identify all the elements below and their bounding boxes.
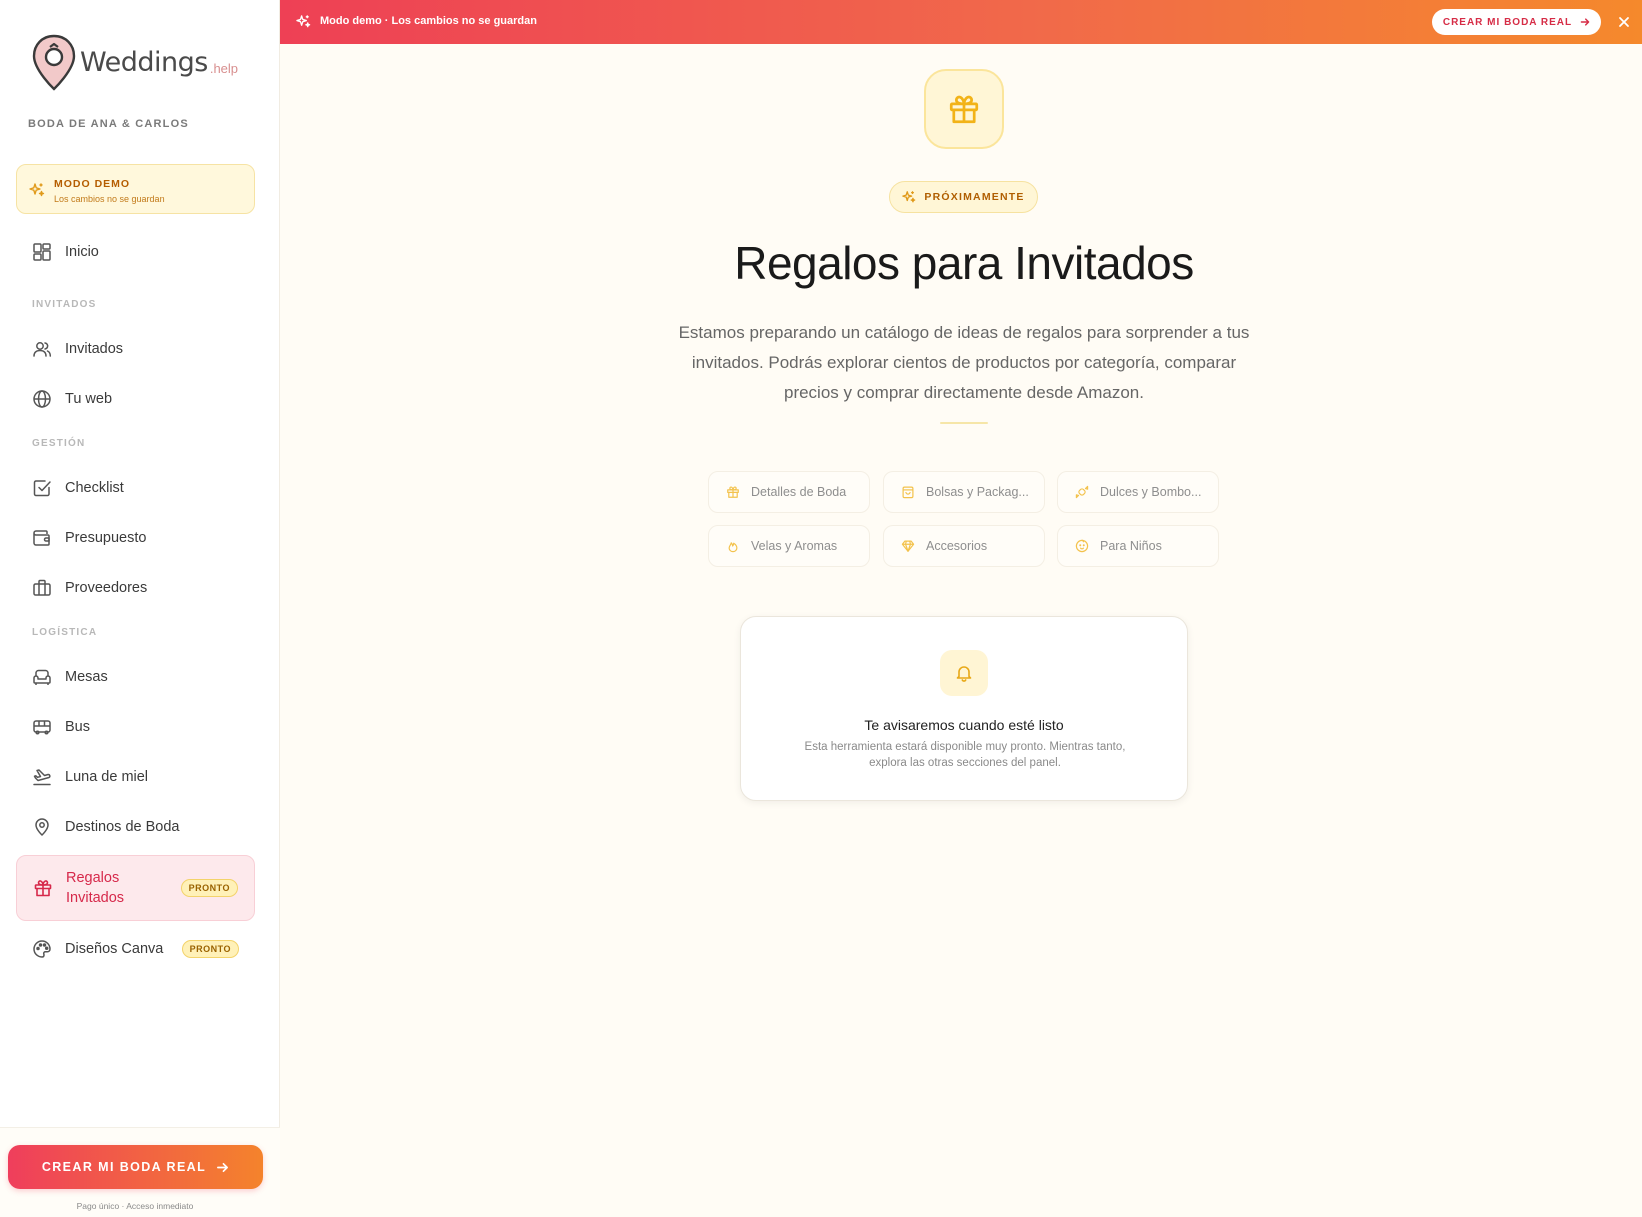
sidebar-item-mesas[interactable]: Mesas — [16, 655, 255, 699]
sparkles-icon — [29, 183, 45, 197]
logo-suffix: .help — [209, 61, 239, 76]
sidebar-item-checklist[interactable]: Checklist — [16, 466, 255, 510]
wallet-icon — [31, 527, 53, 549]
demo-mode-card: MODO DEMO Los cambios no se guardan — [16, 164, 255, 214]
category-chip: Para Niños — [1057, 525, 1219, 567]
sidebar-footer: CREAR MI BODA REAL Pago único · Acceso i… — [0, 1127, 280, 1217]
sidebar-item-luna-de-miel[interactable]: Luna de miel — [16, 755, 255, 799]
category-label: Detalles de Boda — [751, 485, 847, 499]
sidebar-item-regalos[interactable]: Regalos Invitados PRONTO — [16, 855, 255, 921]
section-label-logistica: LOGÍSTICA — [32, 627, 98, 638]
bell-icon — [956, 666, 972, 682]
gift-icon — [32, 877, 54, 899]
category-label: Velas y Aromas — [751, 539, 838, 553]
notify-description: Esta herramienta estará disponible muy p… — [804, 741, 1126, 769]
divider — [940, 422, 988, 424]
section-label-invitados: INVITADOS — [32, 299, 97, 310]
category-chip: Bolsas y Packag... — [883, 471, 1045, 513]
briefcase-icon — [31, 577, 53, 599]
sidebar-item-label: Bus — [65, 719, 90, 735]
plane-icon — [31, 766, 53, 788]
category-label: Dulces y Bombo... — [1100, 485, 1202, 499]
category-chip: Accesorios — [883, 525, 1045, 567]
flame-icon — [725, 538, 741, 554]
page-description: Estamos preparando un catálogo de ideas … — [678, 323, 1250, 402]
map-pin-icon — [31, 816, 53, 838]
banner-cta-label: CREAR MI BODA REAL — [1442, 16, 1573, 28]
sidebar-item-label: Diseños Canva — [65, 941, 164, 957]
sidebar-item-presupuesto[interactable]: Presupuesto — [16, 516, 255, 560]
users-icon — [31, 338, 53, 360]
sidebar-item-tu-web[interactable]: Tu web — [16, 377, 255, 421]
logo[interactable]: Weddings .help — [30, 34, 238, 92]
bag-icon — [900, 484, 916, 500]
sofa-icon — [31, 666, 53, 688]
sidebar-item-invitados[interactable]: Invitados — [16, 327, 255, 371]
candy-icon — [1074, 484, 1090, 500]
pronto-badge: PRONTO — [181, 940, 239, 958]
coming-soon-pill: PRÓXIMAMENTE — [889, 181, 1038, 213]
sidebar-item-inicio[interactable]: Inicio — [16, 230, 255, 274]
sidebar-item-label: Invitados — [65, 341, 124, 357]
cta-label: CREAR MI BODA REAL — [41, 1160, 207, 1174]
arrow-right-icon — [217, 1162, 229, 1172]
sidebar-item-label: Proveedores — [65, 580, 148, 596]
baby-icon — [1074, 538, 1090, 554]
category-label: Para Niños — [1100, 539, 1162, 553]
sidebar-item-label: Regalos Invitados — [66, 870, 125, 906]
gift-hero-badge — [924, 69, 1004, 149]
demo-banner-text: Modo demo · Los cambios no se guardan — [320, 15, 537, 27]
sidebar-item-label: Destinos de Boda — [65, 819, 180, 835]
category-chip: Velas y Aromas — [708, 525, 870, 567]
sidebar-item-bus[interactable]: Bus — [16, 705, 255, 749]
gift-icon — [949, 95, 979, 124]
category-chip: Dulces y Bombo... — [1057, 471, 1219, 513]
sidebar-item-label: Tu web — [65, 391, 113, 407]
bus-icon — [31, 716, 53, 738]
create-real-wedding-button[interactable]: CREAR MI BODA REAL — [8, 1145, 263, 1189]
checkbox-icon — [31, 477, 53, 499]
page-title: Regalos para Invitados — [734, 237, 1194, 289]
location-ring-icon — [32, 34, 76, 91]
sidebar: Weddings .help BODA DE ANA & CARLOS MODO… — [0, 0, 280, 1217]
arrow-right-icon — [1580, 18, 1590, 26]
gift-icon — [725, 484, 741, 500]
category-label: Accesorios — [926, 539, 988, 553]
gem-icon — [900, 538, 916, 554]
bell-badge — [940, 650, 988, 696]
sidebar-item-label: Presupuesto — [65, 530, 147, 546]
category-label: Bolsas y Packag... — [926, 485, 1029, 499]
demo-mode-title: MODO DEMO — [54, 178, 131, 190]
sparkles-icon — [902, 191, 916, 203]
sidebar-item-label: Luna de miel — [65, 769, 149, 785]
sidebar-item-label: Mesas — [65, 669, 108, 685]
demo-mode-subtitle: Los cambios no se guardan — [54, 194, 165, 204]
globe-icon — [31, 388, 53, 410]
close-icon[interactable] — [1615, 13, 1633, 31]
dashboard-icon — [31, 241, 53, 263]
sidebar-item-label: Inicio — [65, 244, 99, 260]
demo-banner: Modo demo · Los cambios no se guardan CR… — [280, 0, 1642, 44]
pronto-badge: PRONTO — [180, 879, 238, 897]
notify-card: Te avisaremos cuando esté listo Esta her… — [740, 616, 1188, 801]
cta-note: Pago único · Acceso inmediato — [76, 1201, 194, 1211]
sidebar-item-destinos[interactable]: Destinos de Boda — [16, 805, 255, 849]
coming-soon-label: PRÓXIMAMENTE — [924, 191, 1025, 203]
section-label-gestion: GESTIÓN — [32, 438, 86, 449]
wedding-name: BODA DE ANA & CARLOS — [28, 118, 189, 130]
notify-title: Te avisaremos cuando esté listo — [864, 717, 1064, 733]
sidebar-item-proveedores[interactable]: Proveedores — [16, 566, 255, 610]
sidebar-item-canva[interactable]: Diseños Canva PRONTO — [16, 927, 255, 971]
sidebar-item-label: Checklist — [65, 480, 124, 496]
banner-create-wedding-button[interactable]: CREAR MI BODA REAL — [1432, 9, 1601, 35]
sparkles-icon — [296, 15, 311, 28]
logo-wordmark: Weddings — [80, 47, 208, 78]
category-chip: Detalles de Boda — [708, 471, 870, 513]
palette-icon — [31, 938, 53, 960]
